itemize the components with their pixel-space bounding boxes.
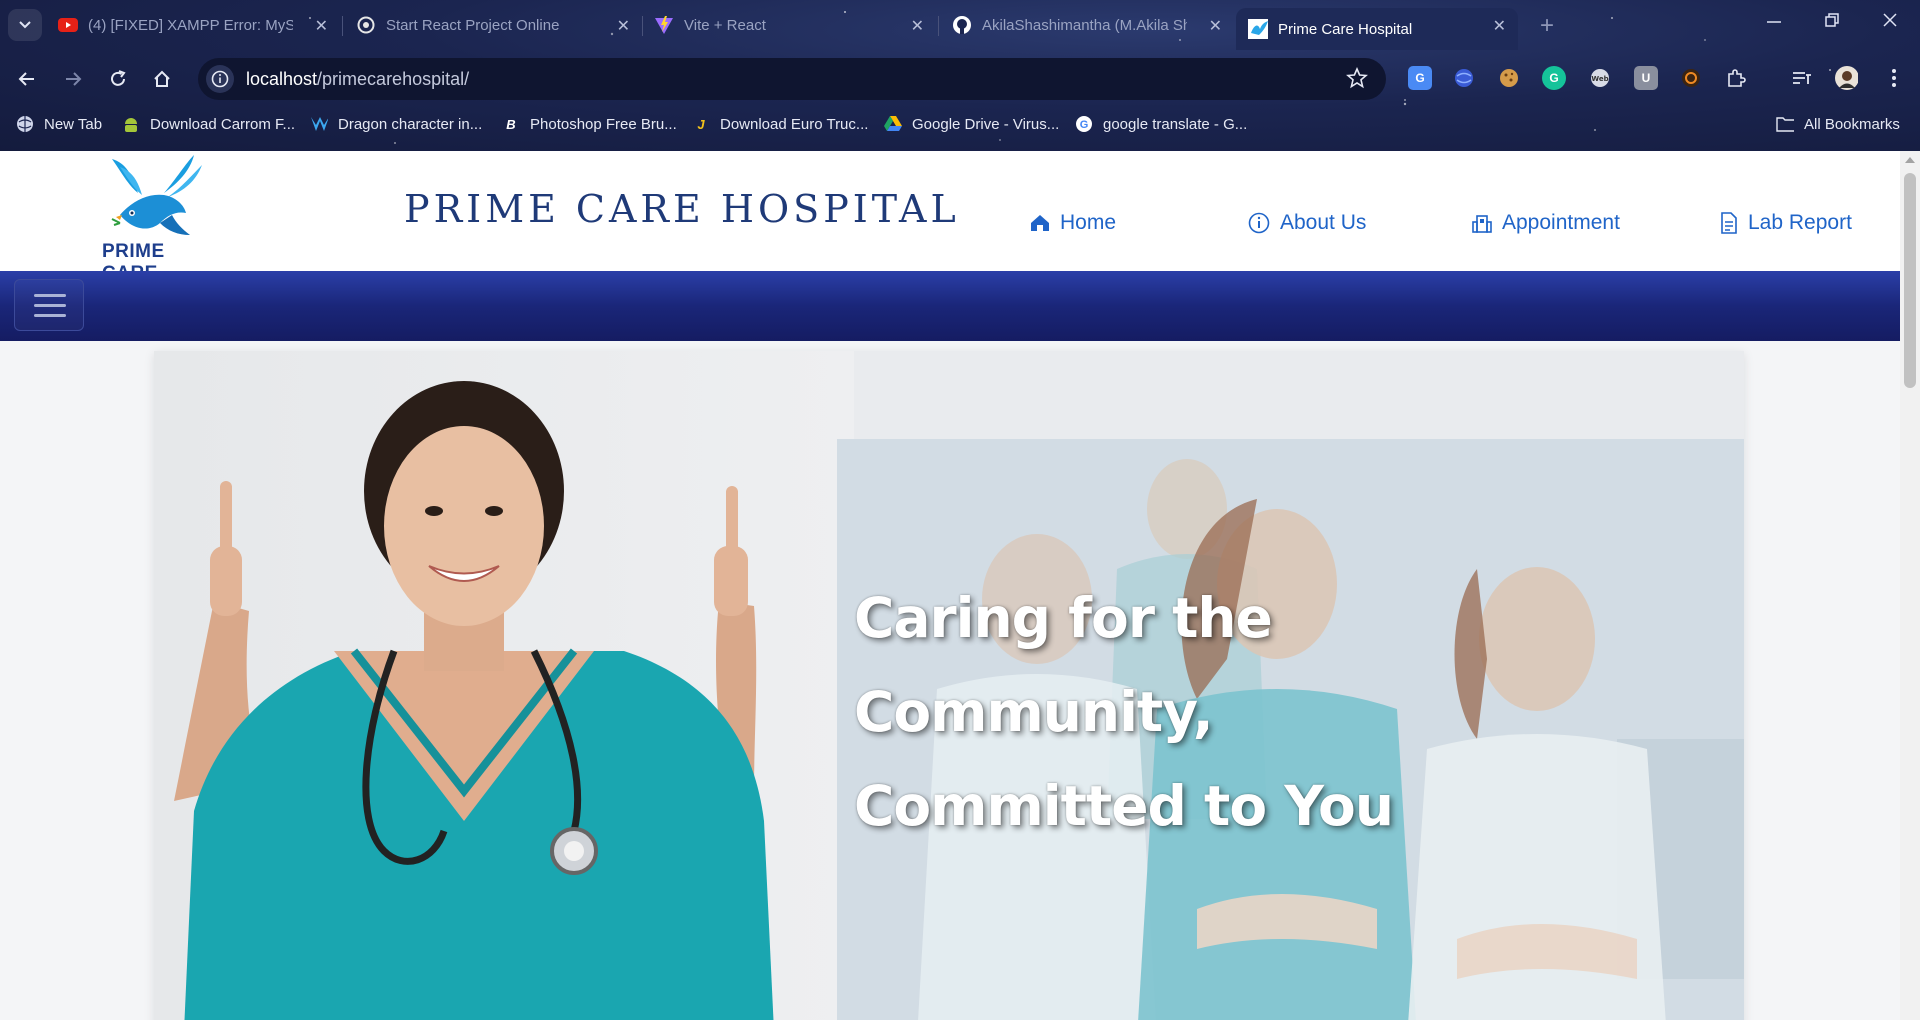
tab-title: AkilaShashimantha (M.Akila Sha xyxy=(982,16,1187,34)
prime-care-logo[interactable]: PRIME CARE xyxy=(98,153,218,284)
profile-avatar[interactable] xyxy=(1834,66,1858,90)
tab-react-project[interactable]: Start React Project Online ✕ xyxy=(356,8,636,42)
arrow-right-icon xyxy=(66,72,82,86)
extensions-puzzle-icon[interactable] xyxy=(1724,66,1748,90)
scrollbar-thumb[interactable] xyxy=(1904,173,1916,388)
tab-prime-care-hospital[interactable]: Prime Care Hospital ✕ xyxy=(1236,8,1518,50)
home-icon xyxy=(1030,214,1050,232)
reload-icon xyxy=(111,70,126,86)
url-text: localhost/primecarehospital/ xyxy=(246,68,470,89)
building-icon xyxy=(1472,213,1492,233)
cookie-extension-icon[interactable] xyxy=(1497,66,1521,90)
bookmark-dragon[interactable]: Dragon character in... xyxy=(310,115,482,133)
bookmark-new-tab[interactable]: New Tab xyxy=(16,115,102,133)
youtube-icon xyxy=(58,15,78,35)
reload-button[interactable] xyxy=(103,64,133,94)
wing-icon xyxy=(310,115,328,133)
tab-bar: (4) [FIXED] XAMPP Error: MySQL ✕ Start R… xyxy=(0,0,1920,50)
ublock-extension-icon[interactable]: U xyxy=(1634,66,1658,90)
minimize-icon xyxy=(1767,21,1781,23)
globe-extension-icon[interactable] xyxy=(1452,66,1476,90)
page-scrollbar[interactable] xyxy=(1900,151,1920,1020)
bookmark-euro-truck[interactable]: J Download Euro Truc... xyxy=(692,115,868,133)
b-letter-icon: B xyxy=(506,116,516,132)
forward-button[interactable] xyxy=(58,64,88,94)
bookmark-google-translate[interactable]: G google translate - G... xyxy=(1075,115,1247,133)
webpage: PRIME CARE PRIME CARE HOSPITAL Home Abou… xyxy=(0,151,1900,1020)
navigation-band xyxy=(0,271,1900,341)
hero-line-1: Caring for the xyxy=(854,586,1273,650)
nav-about-link[interactable]: About Us xyxy=(1248,211,1366,235)
github-icon xyxy=(952,15,972,35)
browser-chrome: (4) [FIXED] XAMPP Error: MySQL ✕ Start R… xyxy=(0,0,1920,250)
svg-text:Web: Web xyxy=(1591,75,1608,83)
tab-title: Start React Project Online xyxy=(386,16,560,34)
grammarly-extension-icon[interactable]: G xyxy=(1542,66,1566,90)
folder-icon xyxy=(1776,115,1794,133)
restore-button[interactable] xyxy=(1824,12,1840,33)
tab-xampp[interactable]: (4) [FIXED] XAMPP Error: MySQL ✕ xyxy=(58,8,334,42)
close-window-button[interactable] xyxy=(1882,12,1898,33)
info-icon xyxy=(211,70,229,88)
tab-close-icon[interactable]: ✕ xyxy=(1493,16,1506,36)
browser-toolbar: localhost/primecarehospital/ G G Web U xyxy=(0,56,1920,102)
hamburger-menu-button[interactable] xyxy=(14,279,84,331)
openai-icon xyxy=(356,15,376,35)
home-icon xyxy=(154,70,170,87)
minimize-button[interactable] xyxy=(1766,12,1782,33)
tab-vite-react[interactable]: Vite + React ✕ xyxy=(654,8,930,42)
hero-line-3: Committed to You xyxy=(854,774,1394,838)
dove-icon xyxy=(1248,19,1268,39)
vite-icon xyxy=(654,15,674,35)
tab-title: Prime Care Hospital xyxy=(1278,20,1413,38)
tab-title: Vite + React xyxy=(684,16,766,34)
new-tab-button[interactable]: + xyxy=(1540,12,1554,40)
tab-close-icon[interactable]: ✕ xyxy=(911,16,924,36)
all-bookmarks-button[interactable]: All Bookmarks xyxy=(1776,115,1900,133)
chevron-down-icon xyxy=(19,21,31,29)
hero-tagline: Caring for the Community, Committed to Y… xyxy=(854,571,1534,853)
hero-banner: Caring for the Community, Committed to Y… xyxy=(154,351,1744,1020)
site-header: PRIME CARE PRIME CARE HOSPITAL Home Abou… xyxy=(0,151,1900,284)
bookmark-google-drive[interactable]: Google Drive - Virus... xyxy=(884,115,1059,133)
bookmark-star-icon[interactable] xyxy=(1346,66,1368,94)
svg-text:G: G xyxy=(1080,119,1089,131)
tab-close-icon[interactable]: ✕ xyxy=(315,16,328,36)
nav-home-link[interactable]: Home xyxy=(1030,211,1116,235)
bookmark-photoshop[interactable]: B Photoshop Free Bru... xyxy=(502,115,676,133)
tab-github[interactable]: AkilaShashimantha (M.Akila Sha ✕ xyxy=(952,8,1228,42)
tab-close-icon[interactable]: ✕ xyxy=(1209,16,1222,36)
address-bar[interactable]: localhost/primecarehospital/ xyxy=(198,58,1386,100)
google-translate-extension-icon[interactable]: G xyxy=(1408,66,1432,90)
bookmarks-bar: New Tab Download Carrom F... Dragon char… xyxy=(0,112,1920,250)
bookmark-carrom[interactable]: Download Carrom F... xyxy=(122,115,295,133)
drive-icon xyxy=(884,115,902,133)
arrow-left-icon xyxy=(18,72,34,86)
nav-lab-report-link[interactable]: Lab Report xyxy=(1720,211,1852,235)
hero-line-2: Community, xyxy=(854,680,1214,744)
j-letter-icon: J xyxy=(697,116,705,132)
close-icon xyxy=(1883,13,1897,27)
web-extension-icon[interactable]: Web xyxy=(1588,66,1612,90)
document-icon xyxy=(1720,212,1738,234)
nurse-image xyxy=(154,351,854,1020)
scroll-up-arrow-icon[interactable] xyxy=(1905,157,1915,163)
info-icon xyxy=(1248,212,1270,234)
google-icon: G xyxy=(1075,115,1093,133)
orange-extension-icon[interactable] xyxy=(1679,66,1703,90)
restore-icon xyxy=(1825,13,1839,27)
tab-search-button[interactable] xyxy=(8,9,42,41)
globe-icon xyxy=(16,115,34,133)
menu-kebab-icon[interactable] xyxy=(1882,66,1906,90)
nav-appointment-link[interactable]: Appointment xyxy=(1472,211,1620,235)
media-controls-icon[interactable] xyxy=(1790,66,1814,90)
site-info-button[interactable] xyxy=(206,65,234,93)
tab-close-icon[interactable]: ✕ xyxy=(617,16,630,36)
tab-title: (4) [FIXED] XAMPP Error: MySQL xyxy=(88,16,293,34)
home-button[interactable] xyxy=(147,64,177,94)
android-icon xyxy=(122,115,140,133)
back-button[interactable] xyxy=(12,64,42,94)
dove-logo-icon xyxy=(111,155,202,235)
site-title: PRIME CARE HOSPITAL xyxy=(404,187,960,231)
